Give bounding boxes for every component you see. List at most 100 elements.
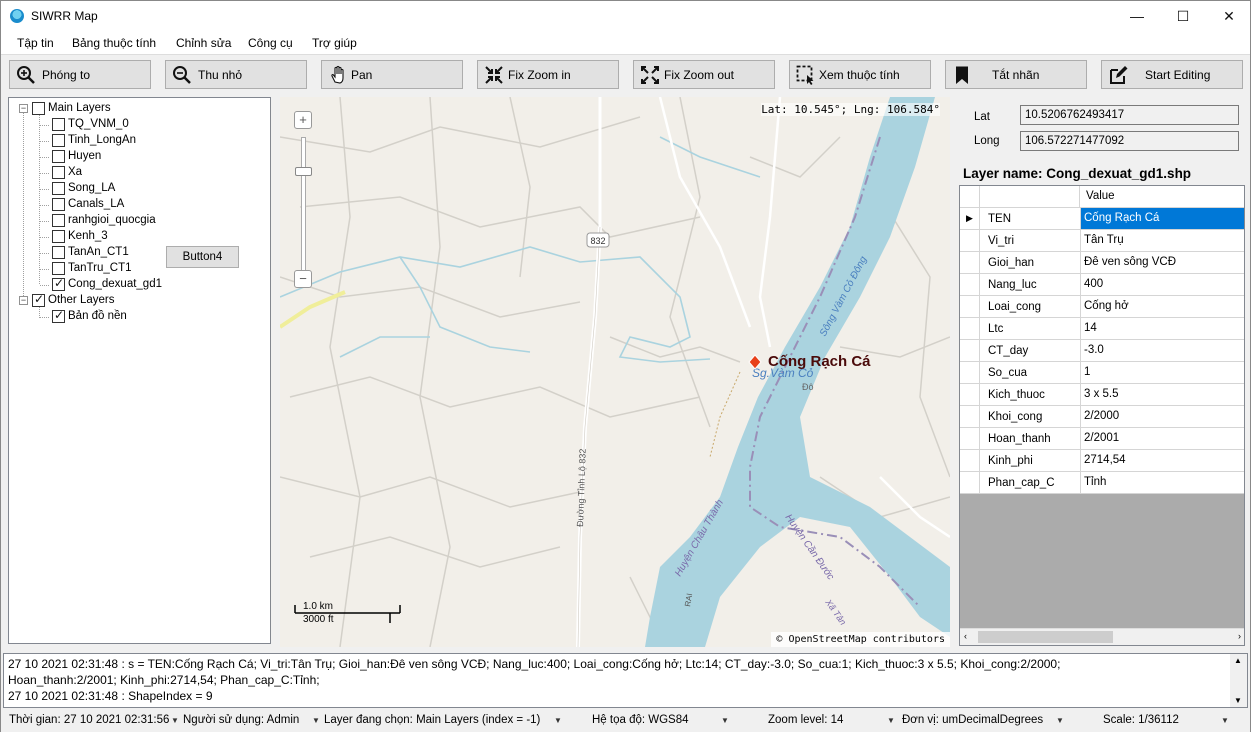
close-button[interactable]: ✕: [1206, 1, 1251, 31]
grid-field-value[interactable]: Cống Rạch Cá: [1080, 208, 1244, 229]
layer-checkbox[interactable]: [52, 166, 65, 179]
row-header-cell[interactable]: [960, 230, 980, 251]
collapse-main-layers-toggle[interactable]: −: [19, 104, 28, 113]
grid-row[interactable]: Ltc 14: [960, 318, 1244, 340]
grid-row[interactable]: Hoan_thanh 2/2001: [960, 428, 1244, 450]
basemap-checkbox[interactable]: [52, 308, 65, 323]
row-header-cell[interactable]: [960, 296, 980, 317]
menu-tools[interactable]: Công cụ: [248, 36, 293, 50]
grid-field-value[interactable]: 2/2001: [1080, 428, 1244, 449]
grid-field-value[interactable]: -3.0: [1080, 340, 1244, 361]
dropdown-arrow-icon[interactable]: ▼: [1221, 716, 1229, 725]
dropdown-arrow-icon[interactable]: ▼: [1056, 716, 1064, 725]
row-header-cell[interactable]: [960, 340, 980, 361]
grid-row[interactable]: Khoi_cong 2/2000: [960, 406, 1244, 428]
log-box[interactable]: 27 10 2021 02:31:48 : s = TEN:Cống Rạch …: [3, 653, 1248, 708]
collapse-other-layers-toggle[interactable]: −: [19, 296, 28, 305]
grid-field-value[interactable]: 1: [1080, 362, 1244, 383]
grid-field-value[interactable]: Tỉnh: [1080, 472, 1244, 493]
layer-checkbox[interactable]: [52, 182, 65, 195]
dropdown-arrow-icon[interactable]: ▼: [312, 716, 320, 725]
minimize-button[interactable]: —: [1114, 1, 1160, 31]
hide-labels-label: Tắt nhãn: [992, 68, 1040, 82]
row-header-cell[interactable]: [960, 384, 980, 405]
button4[interactable]: Button4: [166, 246, 239, 268]
map-zoom-in-button[interactable]: +: [294, 111, 312, 129]
layer-checkbox[interactable]: [52, 246, 65, 259]
row-header-cell[interactable]: [960, 428, 980, 449]
grid-field-value[interactable]: 3 x 5.5: [1080, 384, 1244, 405]
row-header-cell[interactable]: [960, 318, 980, 339]
layer-checkbox[interactable]: [52, 276, 65, 291]
grid-row[interactable]: Kich_thuoc 3 x 5.5: [960, 384, 1244, 406]
grid-row[interactable]: Gioi_han Đê ven sông VCĐ: [960, 252, 1244, 274]
grid-horizontal-scrollbar[interactable]: ‹ ›: [960, 628, 1244, 645]
view-attributes-button[interactable]: Xem thuộc tính: [789, 60, 931, 89]
lat-field[interactable]: 10.5206762493417: [1020, 105, 1239, 125]
tree-node-label: ranhgioi_quocgia: [68, 214, 156, 226]
menu-help[interactable]: Trợ giúp: [312, 36, 357, 50]
layer-checkbox[interactable]: [52, 150, 65, 163]
row-header-cell[interactable]: [960, 472, 980, 493]
start-editing-button[interactable]: Start Editing: [1101, 60, 1243, 89]
dropdown-arrow-icon[interactable]: ▼: [887, 716, 895, 725]
grid-name-column-header[interactable]: [980, 186, 1080, 208]
view-attributes-label: Xem thuộc tính: [819, 68, 900, 82]
grid-field-value[interactable]: 2/2000: [1080, 406, 1244, 427]
scroll-left-arrow-icon[interactable]: ‹: [964, 631, 967, 641]
zoom-slider-track[interactable]: [301, 137, 306, 273]
layer-checkbox[interactable]: [52, 214, 65, 227]
maximize-button[interactable]: ☐: [1160, 1, 1206, 31]
fix-zoom-out-button[interactable]: Fix Zoom out: [633, 60, 775, 89]
row-header-cell[interactable]: [960, 450, 980, 471]
pan-button[interactable]: Pan: [321, 60, 463, 89]
grid-row[interactable]: Loai_cong Cống hở: [960, 296, 1244, 318]
grid-field-value[interactable]: 14: [1080, 318, 1244, 339]
menu-edit[interactable]: Chỉnh sửa: [176, 36, 231, 50]
layer-checkbox[interactable]: [52, 262, 65, 275]
map-view[interactable]: 832 Sông Vàm Cỏ Đông Sg.Vàm Cỏ Đô Đường …: [280, 97, 950, 647]
grid-scroll-thumb[interactable]: [978, 631, 1113, 643]
layer-checkbox[interactable]: [52, 134, 65, 147]
scroll-up-arrow-icon[interactable]: ▲: [1234, 656, 1242, 665]
scroll-down-arrow-icon[interactable]: ▼: [1234, 696, 1242, 705]
dropdown-arrow-icon[interactable]: ▼: [554, 716, 562, 725]
grid-field-value[interactable]: 400: [1080, 274, 1244, 295]
grid-row[interactable]: Nang_luc 400: [960, 274, 1244, 296]
hide-labels-button[interactable]: Tắt nhãn: [945, 60, 1087, 89]
row-header-cell[interactable]: [960, 274, 980, 295]
grid-row[interactable]: Vi_tri Tân Trụ: [960, 230, 1244, 252]
grid-row[interactable]: So_cua 1: [960, 362, 1244, 384]
grid-row[interactable]: ▶ TEN Cống Rạch Cá: [960, 208, 1244, 230]
attribute-grid[interactable]: Value ▶ TEN Cống Rạch Cá Vi_tri Tân Trụ Gioi_…: [959, 185, 1245, 646]
grid-field-value[interactable]: Đê ven sông VCĐ: [1080, 252, 1244, 273]
layer-checkbox[interactable]: [52, 198, 65, 211]
current-row-arrow-icon[interactable]: ▶: [960, 208, 980, 229]
row-header-cell[interactable]: [960, 362, 980, 383]
layer-checkbox[interactable]: [52, 118, 65, 131]
grid-field-value[interactable]: Cống hở: [1080, 296, 1244, 317]
main-layers-checkbox[interactable]: [32, 102, 45, 115]
menu-file[interactable]: Tập tin: [17, 36, 54, 50]
scroll-right-arrow-icon[interactable]: ›: [1238, 631, 1241, 641]
other-layers-checkbox[interactable]: [32, 292, 45, 307]
fix-zoom-in-button[interactable]: Fix Zoom in: [477, 60, 619, 89]
dropdown-arrow-icon[interactable]: ▼: [171, 716, 179, 725]
long-field[interactable]: 106.572271477092: [1020, 131, 1239, 151]
log-vertical-scrollbar[interactable]: ▲ ▼: [1230, 654, 1247, 707]
menu-attribute-table[interactable]: Bảng thuộc tính: [72, 36, 156, 50]
zoom-out-button[interactable]: Thu nhỏ: [165, 60, 307, 89]
grid-field-value[interactable]: Tân Trụ: [1080, 230, 1244, 251]
dropdown-arrow-icon[interactable]: ▼: [721, 716, 729, 725]
grid-field-value[interactable]: 2714,54: [1080, 450, 1244, 471]
grid-row[interactable]: CT_day -3.0: [960, 340, 1244, 362]
grid-row[interactable]: Kinh_phi 2714,54: [960, 450, 1244, 472]
layer-checkbox[interactable]: [52, 230, 65, 243]
zoom-slider-handle[interactable]: [295, 167, 312, 176]
row-header-cell[interactable]: [960, 252, 980, 273]
grid-row[interactable]: Phan_cap_C Tỉnh: [960, 472, 1244, 494]
zoom-in-button[interactable]: Phóng to: [9, 60, 151, 89]
map-zoom-out-button[interactable]: −: [294, 270, 312, 288]
row-header-cell[interactable]: [960, 406, 980, 427]
grid-value-column-header[interactable]: Value: [1086, 190, 1115, 202]
